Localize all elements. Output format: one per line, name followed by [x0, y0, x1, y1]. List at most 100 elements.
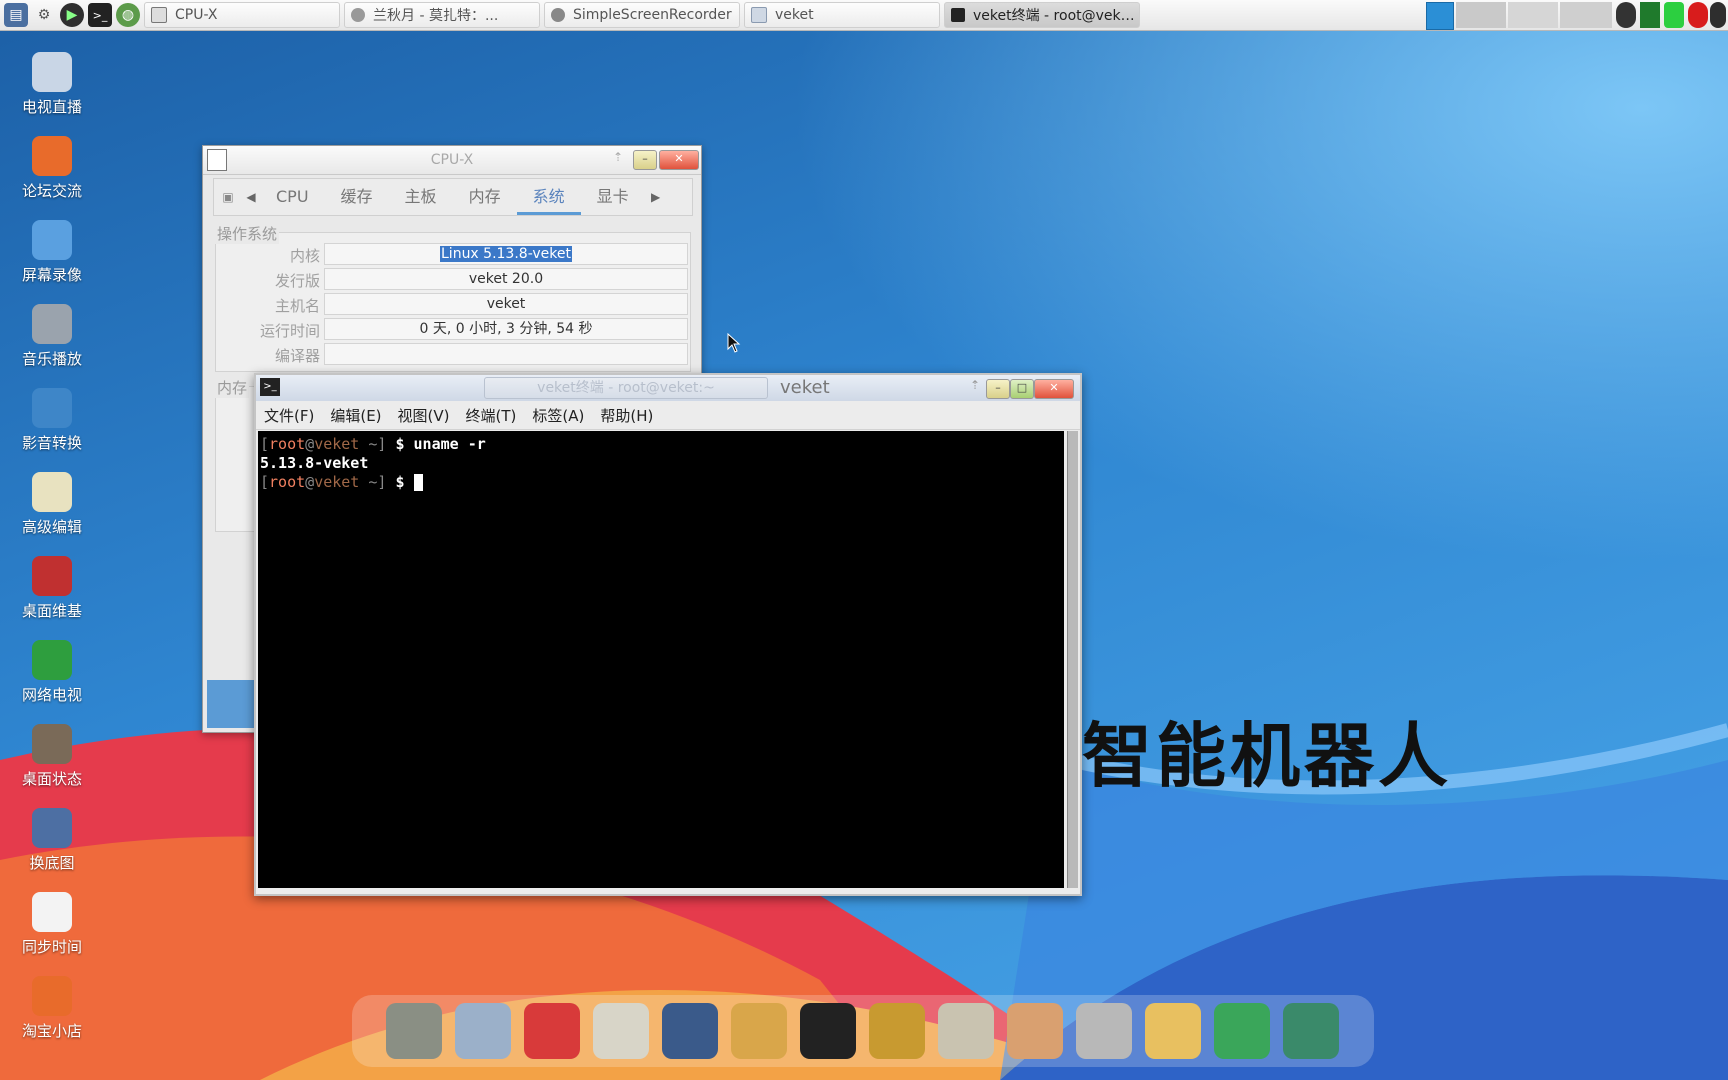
cpux-titlebar[interactable]: CPU-X ⇡ – ✕: [203, 146, 701, 175]
minimize-button[interactable]: –: [986, 379, 1010, 399]
maximize-button[interactable]: □: [1010, 379, 1034, 399]
desktop-icon[interactable]: 换底图: [6, 808, 98, 873]
os-row-compiler: 编译器: [216, 343, 690, 365]
paint-icon[interactable]: [1007, 1003, 1063, 1059]
task-terminal[interactable]: veket终端 - root@vek…: [944, 2, 1140, 28]
qq-icon[interactable]: [800, 1003, 856, 1059]
play-icon[interactable]: ▶: [60, 3, 84, 27]
terminal-screen[interactable]: [root@veket ~] $ uname -r 5.13.8-veket […: [258, 431, 1064, 888]
tab-scroll-right-icon[interactable]: ▶: [645, 190, 667, 204]
tab-motherboard[interactable]: 主板: [389, 179, 453, 215]
desktop-3-icon[interactable]: [1560, 2, 1612, 28]
task-folder[interactable]: veket: [744, 2, 940, 28]
tab-memory[interactable]: 内存: [453, 179, 517, 215]
desktop-icon[interactable]: 高级编辑: [6, 472, 98, 537]
text-cursor: [413, 474, 423, 491]
desktop-1-icon[interactable]: [1456, 2, 1506, 28]
desktop-2-icon[interactable]: [1508, 2, 1558, 28]
terminal-icon[interactable]: >_: [88, 3, 112, 27]
os-section: 内核 Linux 5.13.8-veket 发行版 veket 20.0 主机名…: [215, 232, 691, 372]
notes-icon[interactable]: [593, 1003, 649, 1059]
power-icon[interactable]: [1710, 2, 1726, 28]
music-player-icon[interactable]: [662, 1003, 718, 1059]
camera-icon[interactable]: [1283, 1003, 1339, 1059]
tab-graphics[interactable]: 显卡: [581, 179, 645, 215]
task-label: CPU-X: [175, 7, 218, 23]
cpux-tabbar: ▣ ◀ CPU 缓存 主板 内存 系统 显卡 ▶: [213, 178, 693, 216]
desktop-icon[interactable]: 电视直播: [6, 52, 98, 117]
task-cpux[interactable]: CPU-X: [144, 2, 340, 28]
pin-icon[interactable]: ⇡: [613, 150, 623, 164]
desktop-icon[interactable]: 淘宝小店: [6, 976, 98, 1041]
row-value[interactable]: 0 天, 0 小时, 3 分钟, 54 秒: [324, 318, 688, 340]
signal-icon[interactable]: [1640, 2, 1660, 28]
terminal-titlebar[interactable]: >_ veket终端 - root@veket:~ veket ⇡ – □ ✕: [256, 375, 1080, 401]
menu-file[interactable]: 文件(F): [264, 405, 314, 426]
menu-edit[interactable]: 编辑(E): [330, 405, 381, 426]
row-value[interactable]: veket 20.0: [324, 268, 688, 290]
desktop-icon[interactable]: 音乐播放: [6, 304, 98, 369]
terminal-scrollbar[interactable]: [1067, 431, 1078, 888]
chart-icon[interactable]: [938, 1003, 994, 1059]
tab-system[interactable]: 系统: [516, 179, 581, 215]
task-label: SimpleScreenRecorder: [573, 7, 732, 23]
desktop-icon-label: 桌面维基: [21, 602, 82, 620]
menu-help[interactable]: 帮助(H): [600, 405, 653, 426]
desktop-icon[interactable]: 影音转换: [6, 388, 98, 453]
desktop-icon[interactable]: 同步时间: [6, 892, 98, 957]
task-music[interactable]: 兰秋月 - 莫扎特：...: [344, 2, 540, 28]
desktop-icon[interactable]: 网络电视: [6, 640, 98, 705]
menu-terminal[interactable]: 终端(T): [466, 405, 517, 426]
desktop-icon-label: 同步时间: [21, 938, 82, 956]
minimize-button[interactable]: –: [633, 150, 657, 170]
row-key: 发行版: [274, 272, 320, 290]
close-button[interactable]: ✕: [1034, 379, 1074, 399]
desktop-icon[interactable]: 论坛交流: [6, 136, 98, 201]
tab-cpu[interactable]: CPU: [260, 179, 325, 215]
monitor-icon[interactable]: [455, 1003, 511, 1059]
row-key: 主机名: [274, 297, 320, 315]
prompt-bracket: [: [260, 435, 270, 453]
globe-icon[interactable]: ◍: [116, 3, 140, 27]
pin-icon[interactable]: ⇡: [970, 378, 980, 392]
screenshot-icon[interactable]: ▤: [4, 3, 28, 27]
command-text: uname -r: [413, 435, 486, 453]
network-monitor-icon[interactable]: [1426, 2, 1454, 30]
help-icon[interactable]: [1214, 1003, 1270, 1059]
row-value[interactable]: veket: [324, 293, 688, 315]
menu-tabs[interactable]: 标签(A): [532, 405, 584, 426]
menu-view[interactable]: 视图(V): [398, 405, 450, 426]
music-icon: [351, 8, 365, 22]
battery-icon[interactable]: [1664, 2, 1684, 28]
task-recorder[interactable]: SimpleScreenRecorder: [544, 2, 740, 28]
contacts-icon[interactable]: [869, 1003, 925, 1059]
record-icon[interactable]: [1688, 2, 1708, 28]
run-icon[interactable]: [1616, 2, 1636, 28]
row-value[interactable]: Linux 5.13.8-veket: [324, 243, 688, 265]
os-row-uptime: 运行时间 0 天, 0 小时, 3 分钟, 54 秒: [216, 318, 690, 340]
desktop-icon-label: 淘宝小店: [21, 1022, 82, 1040]
users-icon[interactable]: [731, 1003, 787, 1059]
terminal-line: [root@veket ~] $ uname -r: [260, 435, 1064, 454]
tab-scroll-left-icon[interactable]: ◀: [242, 190, 260, 204]
close-button[interactable]: ✕: [659, 150, 699, 170]
desktop-icon-label: 网络电视: [21, 686, 82, 704]
tabs-menu-icon[interactable]: ▣: [214, 190, 242, 204]
prompt-at: @: [305, 473, 315, 491]
wallpaper-text: 智能机器人: [1082, 715, 1452, 797]
terminal-menubar: 文件(F) 编辑(E) 视图(V) 终端(T) 标签(A) 帮助(H): [256, 401, 1080, 430]
prompt-at: @: [305, 435, 315, 453]
tools-icon[interactable]: ⚙: [32, 3, 56, 27]
files-icon[interactable]: [386, 1003, 442, 1059]
tab-cache[interactable]: 缓存: [325, 179, 389, 215]
usb-icon[interactable]: [1076, 1003, 1132, 1059]
desktop-icon[interactable]: 桌面状态: [6, 724, 98, 789]
desktop-icon[interactable]: 屏幕录像: [6, 220, 98, 285]
mascot-icon[interactable]: [1145, 1003, 1201, 1059]
row-value[interactable]: [324, 343, 688, 365]
pet-icon[interactable]: [524, 1003, 580, 1059]
desktop-icon-label: 影音转换: [21, 434, 82, 452]
row-key: 运行时间: [259, 322, 320, 340]
desktop-icon[interactable]: 桌面维基: [6, 556, 98, 621]
taskbar: ▤ ⚙ ▶ >_ ◍ CPU-X 兰秋月 - 莫扎特：... SimpleScr…: [0, 0, 1728, 31]
